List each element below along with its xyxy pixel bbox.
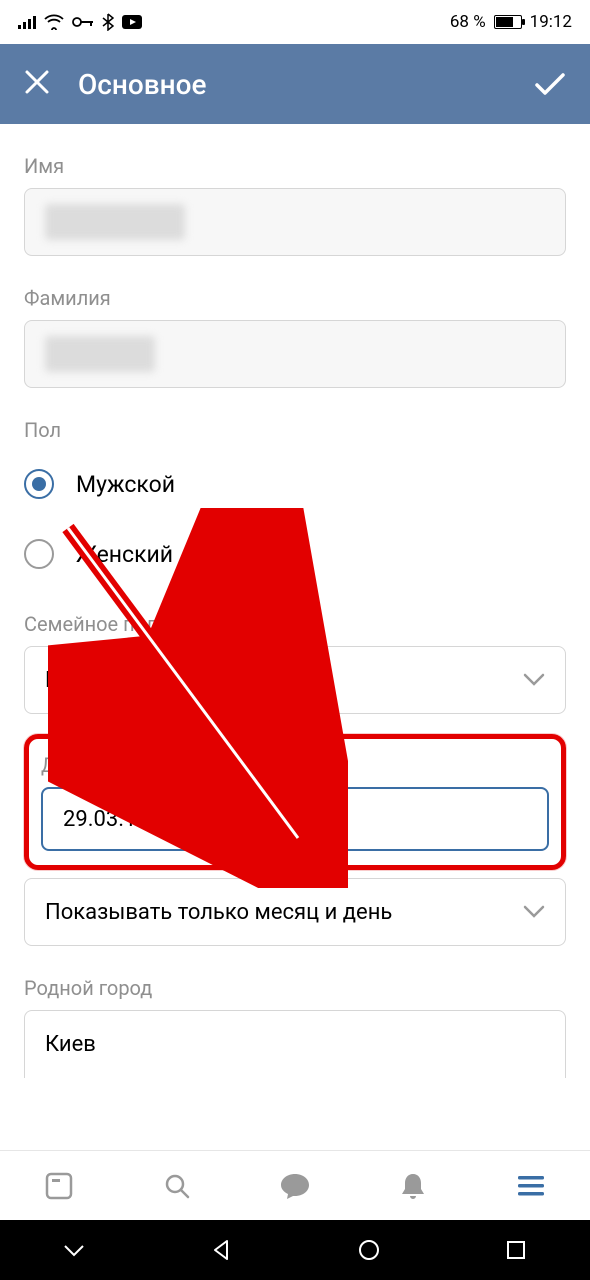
- hometown-select[interactable]: Киев: [24, 1010, 566, 1078]
- name-label: Имя: [24, 154, 566, 178]
- name-input[interactable]: [24, 188, 566, 256]
- select-value: Показывать только месяц и день: [45, 900, 392, 925]
- wifi-icon: [44, 14, 64, 30]
- tab-news[interactable]: [34, 1161, 84, 1211]
- chevron-down-icon: [523, 900, 545, 925]
- signal-icon: [18, 15, 36, 29]
- tab-messages[interactable]: [270, 1161, 320, 1211]
- sys-back[interactable]: [191, 1230, 251, 1270]
- redacted-text: [45, 336, 155, 372]
- dob-label: Дата рождения: [41, 753, 549, 777]
- select-value: Киев: [45, 1032, 96, 1057]
- status-bar: 68 % 19:12: [0, 0, 590, 44]
- form-body: Имя Фамилия Пол Мужской Женский Семейное…: [0, 124, 590, 1150]
- gender-option-female[interactable]: Женский: [24, 526, 566, 582]
- key-icon: [72, 16, 94, 28]
- sys-home[interactable]: [339, 1230, 399, 1270]
- gender-label: Пол: [24, 418, 566, 442]
- clock: 19:12: [530, 12, 572, 32]
- tab-notifications[interactable]: [388, 1161, 438, 1211]
- surname-label: Фамилия: [24, 286, 566, 310]
- status-left: [18, 13, 142, 31]
- chevron-down-icon: [523, 668, 545, 693]
- hometown-label: Родной город: [24, 976, 566, 1000]
- close-button[interactable]: [24, 69, 60, 99]
- redacted-text: [45, 204, 185, 240]
- radio-icon: [24, 539, 54, 569]
- dob-input[interactable]: 29.03.1992: [41, 787, 549, 851]
- select-value: Не указано: [45, 668, 160, 693]
- radio-icon: [24, 469, 54, 499]
- tab-menu[interactable]: [506, 1161, 556, 1211]
- youtube-icon: [122, 15, 142, 29]
- bluetooth-icon: [102, 13, 114, 31]
- page-title: Основное: [60, 68, 530, 101]
- tab-search[interactable]: [152, 1161, 202, 1211]
- app-header: Основное: [0, 44, 590, 124]
- system-nav-bar: [0, 1220, 590, 1280]
- sys-dropdown[interactable]: [44, 1230, 104, 1270]
- dob-highlight: Дата рождения 29.03.1992: [24, 734, 566, 870]
- radio-label: Мужской: [76, 471, 175, 498]
- gender-option-male[interactable]: Мужской: [24, 456, 566, 512]
- relationship-label: Семейное положение: [24, 612, 566, 636]
- battery-icon: [494, 15, 522, 29]
- dob-visibility-select[interactable]: Показывать только месяц и день: [24, 878, 566, 946]
- battery-percent: 68 %: [450, 12, 486, 32]
- dob-value: 29.03.1992: [63, 807, 174, 832]
- status-right: 68 % 19:12: [450, 12, 572, 32]
- bottom-tab-bar: [0, 1150, 590, 1220]
- surname-input[interactable]: [24, 320, 566, 388]
- radio-label: Женский: [76, 541, 173, 568]
- sys-recent[interactable]: [486, 1230, 546, 1270]
- relationship-select[interactable]: Не указано: [24, 646, 566, 714]
- confirm-button[interactable]: [530, 71, 566, 97]
